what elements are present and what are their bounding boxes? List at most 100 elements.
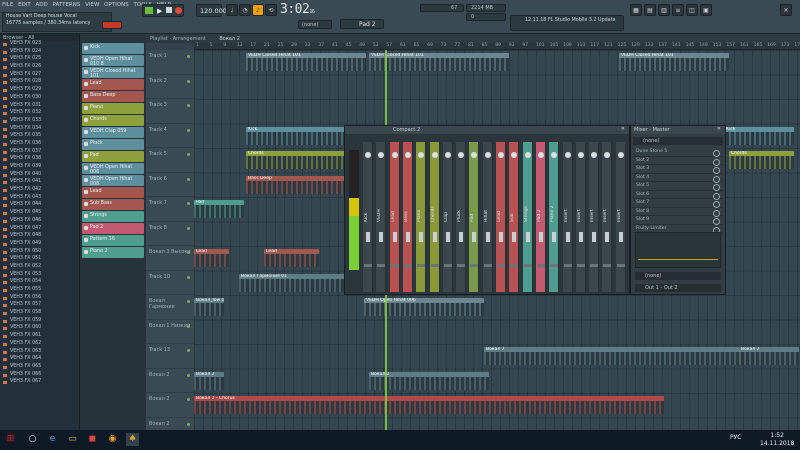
- wait-input-icon[interactable]: ◔: [239, 4, 251, 16]
- browser-item[interactable]: VEH3 FX 051: [0, 256, 79, 264]
- pan-knob[interactable]: [617, 152, 624, 158]
- route-button[interactable]: [523, 264, 532, 267]
- menu-add[interactable]: ADD: [36, 2, 48, 8]
- browser-item[interactable]: VEH3 FX 028: [0, 79, 79, 87]
- pan-knob[interactable]: [537, 152, 544, 158]
- fx-slot[interactable]: Slot 6: [633, 191, 723, 199]
- stop-icon[interactable]: [166, 7, 172, 13]
- browser-item[interactable]: VEH3 FX 045: [0, 210, 79, 218]
- playlist-clip[interactable]: VEDH Closed Hihat 101: [246, 53, 366, 71]
- channel-button[interactable]: VEDH Clap 059: [82, 127, 144, 138]
- route-button[interactable]: [550, 264, 559, 267]
- channel-button[interactable]: Sub Bass: [82, 199, 144, 210]
- volume-fader[interactable]: [459, 232, 464, 242]
- fx-slot[interactable]: Slot 9: [633, 216, 723, 225]
- track-header[interactable]: Track 13: [146, 344, 194, 369]
- fl-studio-icon[interactable]: ♠: [126, 433, 139, 446]
- volume-fader[interactable]: [618, 232, 623, 242]
- track-header[interactable]: Track 8: [146, 222, 194, 246]
- playlist-clip[interactable]: Chords: [729, 151, 794, 169]
- browser-item[interactable]: VEH3 FX 039: [0, 164, 79, 172]
- volume-fader[interactable]: [405, 232, 410, 242]
- mixer-strip[interactable]: Piano 2: [549, 142, 560, 292]
- mixer-strip[interactable]: Clap: [442, 142, 453, 292]
- channel-button[interactable]: Pad: [82, 151, 144, 162]
- track-header[interactable]: Вокал 2: [146, 369, 194, 393]
- mixer-preset-select[interactable]: (none): [633, 137, 723, 145]
- browser-item[interactable]: VEH3 FX 065: [0, 364, 79, 372]
- fx-slot[interactable]: Slot 8: [633, 208, 723, 216]
- pan-knob[interactable]: [404, 152, 411, 158]
- timeline-ruler[interactable]: 1 5 9 13 17 21 25 29 33 37 41 45 49 53 57 61 65 69 73 77 81 8…: [194, 43, 800, 50]
- mixer-strip[interactable]: Kick: [363, 142, 373, 292]
- volume-fader[interactable]: [432, 232, 437, 242]
- browser-item[interactable]: VEH3 FX 060: [0, 325, 79, 333]
- route-button[interactable]: [403, 264, 412, 267]
- eq-display[interactable]: [635, 232, 721, 268]
- mixer-strip[interactable]: Insert: [615, 142, 626, 292]
- pat-song-toggle[interactable]: [145, 7, 153, 14]
- channel-button[interactable]: Chords: [82, 115, 144, 126]
- browser-item[interactable]: VEH3 FX 033: [0, 118, 79, 126]
- channel-button[interactable]: VEDH Closed Hihat 101: [82, 67, 144, 79]
- browser-item[interactable]: VEH3 FX 058: [0, 310, 79, 318]
- pan-knob[interactable]: [551, 152, 558, 158]
- route-button[interactable]: [497, 264, 505, 267]
- playlist-clip[interactable]: VEDH Closed Hihat 101: [619, 53, 729, 71]
- mixer-strip[interactable]: Pluck: [456, 142, 467, 292]
- mixer-strip[interactable]: Lead: [389, 142, 400, 292]
- channel-button[interactable]: Lead: [82, 187, 144, 198]
- mixer-master-close-icon[interactable]: ✕: [717, 126, 721, 132]
- channel-button[interactable]: Pluck: [82, 139, 144, 150]
- channel-button[interactable]: VEDH Open Hihat 010 B: [82, 55, 144, 67]
- volume-fader[interactable]: [525, 232, 530, 242]
- route-button[interactable]: [364, 264, 372, 267]
- volume-fader[interactable]: [512, 232, 517, 242]
- playlist-clip[interactable]: Вокал_low 01: [194, 298, 224, 316]
- mixer-icon[interactable]: ≡: [672, 4, 684, 16]
- channel-button[interactable]: Kick: [82, 43, 144, 54]
- volume-fader[interactable]: [552, 232, 557, 242]
- mixer-strip[interactable]: Lead: [496, 142, 506, 292]
- play-icon[interactable]: ▶: [157, 7, 162, 15]
- browser-item[interactable]: VEH3 FX 061: [0, 333, 79, 341]
- close-icon[interactable]: ✕: [780, 4, 792, 16]
- pan-knob[interactable]: [591, 152, 598, 158]
- browser-item[interactable]: VEH3 FX 032: [0, 110, 79, 118]
- route-button[interactable]: [590, 264, 599, 267]
- route-button[interactable]: [536, 264, 545, 267]
- record-monitor[interactable]: [102, 21, 122, 29]
- snap-select[interactable]: (none): [298, 20, 332, 29]
- track-header[interactable]: Track 6: [146, 173, 194, 197]
- folder-icon[interactable]: ▭: [66, 433, 79, 446]
- track-header[interactable]: Track 2: [146, 75, 194, 99]
- mixer-strip[interactable]: Insert: [602, 142, 613, 292]
- track-header[interactable]: Track 3: [146, 99, 194, 124]
- mixer-layout[interactable]: Compact 2: [393, 127, 420, 133]
- mixer-strip[interactable]: Chords: [429, 142, 440, 292]
- track-header[interactable]: Вокал 2: [146, 393, 194, 418]
- route-button[interactable]: [576, 264, 585, 267]
- browser-item[interactable]: VEH3 FX 023: [0, 41, 79, 49]
- volume-fader[interactable]: [565, 232, 570, 242]
- playlist-clip[interactable]: Вокал 2: [484, 347, 744, 365]
- mixer-strip[interactable]: Insert: [562, 142, 573, 292]
- volume-fader[interactable]: [499, 232, 503, 242]
- track-header[interactable]: Вокал 3 Высоки: [146, 246, 194, 271]
- browser-icon[interactable]: ▣: [700, 4, 712, 16]
- record-icon[interactable]: [175, 7, 182, 14]
- track-header[interactable]: Вокал 1 Низкий: [146, 320, 194, 344]
- fx-slot[interactable]: Slot 7: [633, 199, 723, 208]
- browser-item[interactable]: VEH3 FX 054: [0, 279, 79, 287]
- playlist-pattern[interactable]: Вокал 2: [219, 36, 240, 42]
- piano-roll-icon[interactable]: ▤: [644, 4, 656, 16]
- playlist-clip[interactable]: Lead: [264, 249, 319, 267]
- playlist-clip[interactable]: VEDH Open Hihat 006: [364, 298, 484, 316]
- channel-button[interactable]: Piano 2: [82, 247, 144, 258]
- volume-fader[interactable]: [379, 232, 384, 242]
- volume-fader[interactable]: [392, 232, 397, 242]
- fx-slot[interactable]: Slot 5: [633, 182, 723, 191]
- mixer-strip[interactable]: Insert: [575, 142, 586, 292]
- browser-item[interactable]: VEH3 FX 049: [0, 241, 79, 249]
- pan-knob[interactable]: [418, 152, 425, 158]
